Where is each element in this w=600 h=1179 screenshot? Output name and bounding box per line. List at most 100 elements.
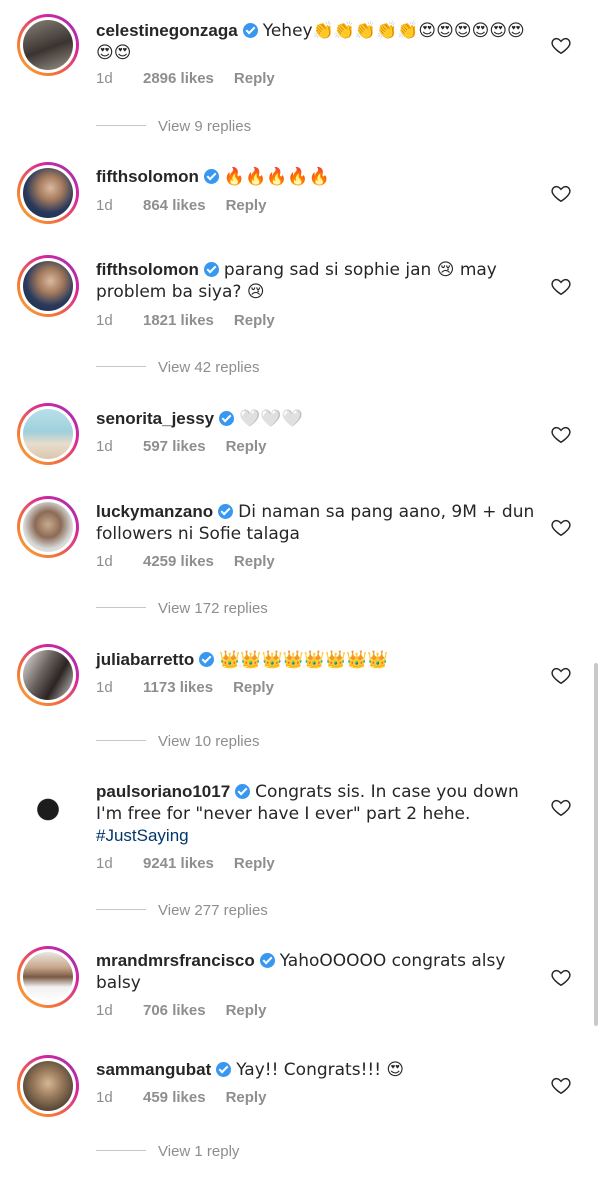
avatar-border [20, 258, 76, 314]
heart-outline-icon[interactable] [550, 275, 572, 297]
avatar-ring[interactable] [17, 162, 79, 224]
comment-username[interactable]: celestinegonzaga [96, 21, 238, 40]
comment-likes[interactable]: 459 likes [143, 1089, 206, 1106]
comment-username[interactable]: sammangubat [96, 1060, 211, 1079]
heart-outline-icon[interactable] [550, 1074, 572, 1096]
comment-likes[interactable]: 2896 likes [143, 70, 214, 87]
reply-button[interactable]: Reply [234, 312, 275, 329]
comment-hashtag[interactable]: #JustSaying [96, 826, 189, 845]
comment-username[interactable]: luckymanzano [96, 502, 213, 521]
replies-divider [96, 125, 146, 126]
comment-time: 1d [96, 1002, 113, 1019]
view-replies-label: View 9 replies [158, 118, 252, 135]
view-replies-button[interactable]: View 9 replies [96, 118, 251, 135]
replies-divider [96, 1150, 146, 1151]
comment-time: 1d [96, 197, 113, 214]
comment-username[interactable]: paulsoriano1017 [96, 782, 230, 801]
avatar-ring[interactable] [17, 946, 79, 1008]
verified-badge-icon [203, 169, 219, 184]
comment-body: sammangubat Yay!! Congrats!!! 😍 [96, 1059, 536, 1081]
verified-badge-icon [235, 784, 251, 799]
comment-username[interactable]: fifthsolomon [96, 167, 199, 186]
avatar-ring[interactable] [17, 403, 79, 465]
view-replies-button[interactable]: View 277 replies [96, 902, 268, 919]
comment-likes[interactable]: 597 likes [143, 438, 206, 455]
reply-button[interactable]: Reply [226, 1089, 267, 1106]
verified-badge-icon [216, 1062, 232, 1077]
comment-meta: 1d 2896 likes Reply [96, 70, 275, 87]
view-replies-label: View 277 replies [158, 902, 268, 919]
view-replies-button[interactable]: View 172 replies [96, 600, 268, 617]
heart-outline-icon[interactable] [550, 664, 572, 686]
comment-likes[interactable]: 9241 likes [143, 855, 214, 872]
comment-body: paulsoriano1017 Congrats sis. In case you… [96, 781, 536, 847]
avatar [23, 168, 73, 218]
comment-body: senorita_jessy 🤍🤍🤍 [96, 408, 536, 430]
verified-badge-icon [259, 953, 275, 968]
replies-divider [96, 366, 146, 367]
comment-likes[interactable]: 1821 likes [143, 312, 214, 329]
avatar [23, 502, 73, 552]
comment-likes[interactable]: 706 likes [143, 1002, 206, 1019]
heart-outline-icon[interactable] [550, 423, 572, 445]
avatar-ring[interactable] [17, 1055, 79, 1117]
reply-button[interactable]: Reply [226, 438, 267, 455]
comment-username[interactable]: senorita_jessy [96, 409, 214, 428]
avatar [23, 650, 73, 700]
view-replies-button[interactable]: View 1 reply [96, 1143, 239, 1160]
comment-time: 1d [96, 679, 113, 696]
reply-button[interactable]: Reply [234, 553, 275, 570]
heart-outline-icon[interactable] [550, 966, 572, 988]
comment-time: 1d [96, 1089, 113, 1106]
comment-time: 1d [96, 312, 113, 329]
comment-username[interactable]: fifthsolomon [96, 260, 199, 279]
heart-outline-icon[interactable] [550, 796, 572, 818]
comment-likes[interactable]: 4259 likes [143, 553, 214, 570]
comment-body: celestinegonzaga Yehey👏👏👏👏👏😍😍😍😍😍😍😍😍 [96, 20, 536, 64]
comment-meta: 1d 1173 likes Reply [96, 679, 274, 696]
heart-outline-icon[interactable] [550, 516, 572, 538]
comment-username[interactable]: mrandmrsfrancisco [96, 951, 255, 970]
avatar-ring[interactable] [17, 255, 79, 317]
avatar [23, 409, 73, 459]
verified-badge-icon [199, 652, 215, 667]
reply-button[interactable]: Reply [234, 70, 275, 87]
heart-outline-icon[interactable] [550, 182, 572, 204]
comment-likes[interactable]: 864 likes [143, 197, 206, 214]
comment-time: 1d [96, 70, 113, 87]
reply-button[interactable]: Reply [233, 679, 274, 696]
avatar-ring[interactable] [17, 14, 79, 76]
avatar-ring[interactable] [17, 496, 79, 558]
avatar [23, 261, 73, 311]
comment-likes[interactable]: 1173 likes [143, 679, 213, 696]
reply-button[interactable]: Reply [234, 855, 275, 872]
view-replies-label: View 172 replies [158, 600, 268, 617]
view-replies-button[interactable]: View 10 replies [96, 733, 259, 750]
comment-text: 👑👑👑👑👑👑👑👑 [219, 650, 389, 670]
view-replies-button[interactable]: View 42 replies [96, 359, 259, 376]
avatar-ring[interactable] [17, 776, 79, 838]
avatar [23, 782, 73, 832]
verified-badge-icon [218, 504, 234, 519]
comment-text: 🔥🔥🔥🔥🔥 [223, 167, 330, 187]
comment-body: mrandmrsfrancisco YahoOOOOO congrats alsy… [96, 950, 536, 994]
view-replies-label: View 42 replies [158, 359, 260, 376]
reply-button[interactable]: Reply [226, 197, 267, 214]
comment-time: 1d [96, 438, 113, 455]
comment-body: juliabarretto 👑👑👑👑👑👑👑👑 [96, 649, 536, 671]
scrollbar[interactable] [594, 663, 598, 1026]
heart-outline-icon[interactable] [550, 34, 572, 56]
avatar-ring[interactable] [17, 644, 79, 706]
comment-time: 1d [96, 553, 113, 570]
comment-meta: 1d 4259 likes Reply [96, 553, 275, 570]
avatar [23, 1061, 73, 1111]
comment-body: fifthsolomon parang sad si sophie jan 😢 m… [96, 259, 536, 303]
comment-meta: 1d 1821 likes Reply [96, 312, 275, 329]
comment-meta: 1d 706 likes Reply [96, 1002, 266, 1019]
view-replies-label: View 10 replies [158, 733, 260, 750]
reply-button[interactable]: Reply [226, 1002, 267, 1019]
comment-meta: 1d 9241 likes Reply [96, 855, 275, 872]
comment-username[interactable]: juliabarretto [96, 650, 194, 669]
comment-body: luckymanzano Di naman sa pang aano, 9M + … [96, 501, 536, 545]
verified-badge-icon [242, 23, 258, 38]
